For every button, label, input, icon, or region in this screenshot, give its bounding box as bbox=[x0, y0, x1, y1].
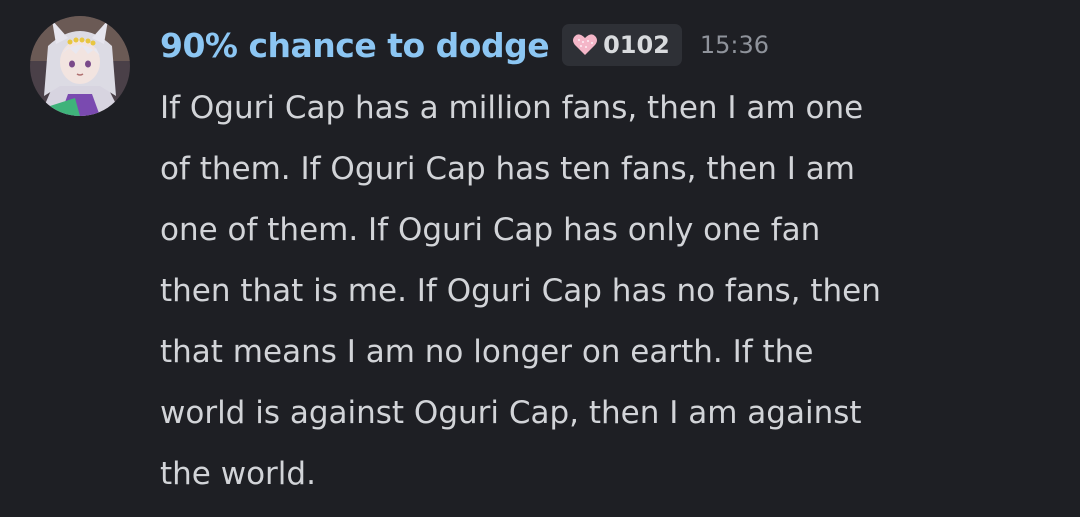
message-line: that means I am no longer on earth. If t… bbox=[160, 334, 814, 370]
message-line: If Oguri Cap has a million fans, then I … bbox=[160, 90, 864, 126]
message-line: then that is me. If Oguri Cap has no fan… bbox=[160, 273, 881, 309]
chat-message: 90% chance to dodge 0102 15:36 If Oguri … bbox=[0, 0, 1080, 517]
user-avatar[interactable] bbox=[30, 16, 130, 116]
guild-tag-text: 0102 bbox=[603, 31, 670, 59]
message-line: world is against Oguri Cap, then I am ag… bbox=[160, 395, 862, 431]
message-header: 90% chance to dodge 0102 15:36 bbox=[160, 20, 769, 70]
message-content: If Oguri Cap has a million fans, then I … bbox=[160, 78, 1040, 505]
message-line: of them. If Oguri Cap has ten fans, then… bbox=[160, 151, 855, 187]
message-line: the world. bbox=[160, 456, 316, 492]
message-timestamp[interactable]: 15:36 bbox=[700, 31, 769, 59]
guild-tag-badge[interactable]: 0102 bbox=[562, 24, 682, 66]
pink-heart-icon bbox=[573, 34, 598, 55]
anime-girl-avatar-icon bbox=[30, 16, 130, 116]
message-line: one of them. If Oguri Cap has only one f… bbox=[160, 212, 821, 248]
author-display-name[interactable]: 90% chance to dodge bbox=[160, 26, 550, 65]
